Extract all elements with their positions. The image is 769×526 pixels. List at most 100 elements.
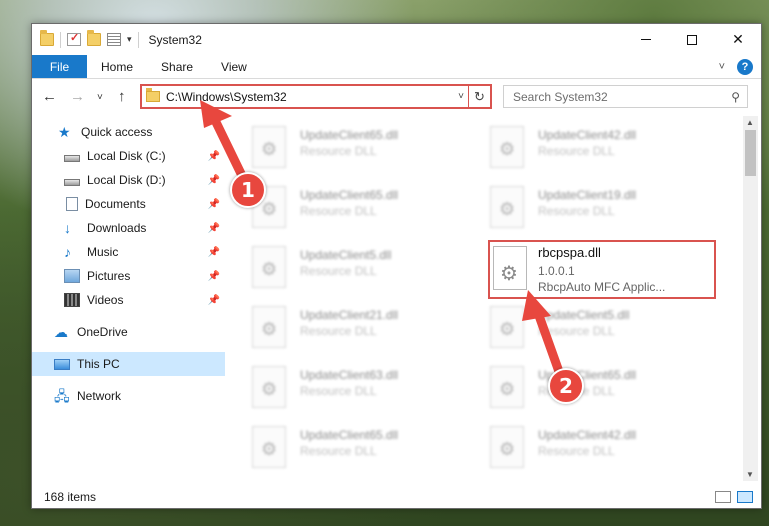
close-icon: ✕ <box>732 31 744 47</box>
forward-arrow-icon[interactable]: → <box>70 88 85 105</box>
list-item[interactable]: UpdateClient65.dll Resource DLL <box>232 122 442 172</box>
address-dropdown-icon[interactable]: ˅ <box>458 91 464 102</box>
videos-icon <box>64 293 80 307</box>
file-name: UpdateClient63.dll <box>300 368 399 382</box>
view-toggle <box>715 491 753 503</box>
list-item[interactable]: UpdateClient5.dll Resource DLL <box>470 302 680 352</box>
sidebar-item-videos[interactable]: Videos 📌 <box>32 288 225 312</box>
cloud-icon: ☁ <box>54 324 68 340</box>
annotation-marker-2: 2 <box>548 368 584 404</box>
list-item[interactable]: UpdateClient63.dll Resource DLL <box>232 362 442 412</box>
scrollbar-thumb[interactable] <box>745 130 756 176</box>
download-icon: ↓ <box>64 220 71 236</box>
sidebar-item-downloads[interactable]: ↓ Downloads 📌 <box>32 216 225 240</box>
sidebar-item-label: Pictures <box>87 269 131 283</box>
view-options-icon[interactable] <box>107 33 121 46</box>
customize-toolbar-chevron-icon[interactable]: ▾ <box>127 34 132 45</box>
sidebar-item-label: Local Disk (C:) <box>87 149 166 163</box>
pictures-icon <box>64 269 80 283</box>
sidebar-item-network[interactable]: 🖧 Network <box>32 384 225 408</box>
dll-file-icon <box>490 306 524 348</box>
toolbar-divider <box>137 31 139 48</box>
search-icon[interactable]: ⚲ <box>731 90 740 104</box>
pin-icon[interactable]: 📌 <box>208 295 220 306</box>
close-button[interactable]: ✕ <box>715 24 761 55</box>
list-item[interactable]: UpdateClient19.dll Resource DLL <box>470 182 680 232</box>
pin-icon[interactable]: 📌 <box>208 223 220 234</box>
recent-locations-chevron-icon[interactable]: ˅ <box>97 92 103 103</box>
toolbar-divider <box>60 31 61 48</box>
scroll-up-arrow-icon[interactable]: ▲ <box>746 118 754 127</box>
up-arrow-icon[interactable]: ↑ <box>118 88 126 105</box>
list-item[interactable]: UpdateClient42.dll Resource DLL <box>470 422 680 472</box>
highlighted-file-item[interactable]: rbcpspa.dll 1.0.0.1 RbcpAuto MFC Applic.… <box>488 240 716 299</box>
sidebar-item-label: Videos <box>87 293 124 307</box>
sidebar-item-this-pc[interactable]: This PC <box>32 352 225 376</box>
list-item[interactable]: UpdateClient42.dll Resource DLL <box>470 122 680 172</box>
large-icons-view-icon[interactable] <box>737 491 753 503</box>
dll-file-icon <box>490 126 524 168</box>
new-folder-icon[interactable] <box>87 30 101 46</box>
dll-file-icon <box>490 366 524 408</box>
sidebar-item-documents[interactable]: Documents 📌 <box>32 192 225 216</box>
navigation-pane: ★ Quick access Local Disk (C:) 📌 Local D… <box>32 120 225 482</box>
file-type: Resource DLL <box>300 204 377 218</box>
search-placeholder: Search System32 <box>513 89 608 104</box>
sidebar-item-label: OneDrive <box>77 325 128 339</box>
refresh-button[interactable]: ↻ <box>468 84 490 109</box>
scroll-down-arrow-icon[interactable]: ▼ <box>746 470 754 479</box>
navigation-bar: ← → ˅ ↑ C:\Windows\System32 ˅ ↻ Search S… <box>32 80 761 113</box>
dll-file-icon <box>252 426 286 468</box>
pin-icon[interactable]: 📌 <box>208 271 220 282</box>
minimize-icon <box>641 39 651 40</box>
dll-file-icon <box>490 186 524 228</box>
pin-icon[interactable]: 📌 <box>208 151 220 162</box>
vertical-scrollbar[interactable]: ▲ ▼ <box>743 116 758 481</box>
tab-share[interactable]: Share <box>147 55 207 78</box>
sidebar-item-onedrive[interactable]: ☁ OneDrive <box>32 320 225 344</box>
sidebar-item-label: Music <box>87 245 119 259</box>
disk-icon <box>64 178 80 186</box>
maximize-button[interactable] <box>669 24 715 55</box>
folder-icon[interactable] <box>40 30 54 46</box>
sidebar-item-music[interactable]: ♪ Music 📌 <box>32 240 225 264</box>
dll-file-icon <box>490 426 524 468</box>
sidebar-item-pictures[interactable]: Pictures 📌 <box>32 264 225 288</box>
list-item[interactable]: UpdateClient65.dll Resource DLL <box>232 422 442 472</box>
file-name: UpdateClient65.dll <box>300 188 399 202</box>
pin-icon[interactable]: 📌 <box>208 247 220 258</box>
chevron-up-icon[interactable]: ˅ <box>719 61 725 73</box>
sidebar-item-local-disk-d[interactable]: Local Disk (D:) 📌 <box>32 168 225 192</box>
pin-icon[interactable]: 📌 <box>208 199 220 210</box>
pin-icon[interactable]: 📌 <box>208 175 220 186</box>
folder-icon <box>146 88 160 102</box>
help-icon[interactable]: ? <box>737 58 753 75</box>
file-type: Resource DLL <box>300 444 377 458</box>
sidebar-item-label: This PC <box>77 357 120 371</box>
dll-file-icon <box>252 126 286 168</box>
dll-file-icon <box>493 246 527 290</box>
list-item[interactable]: UpdateClient21.dll Resource DLL <box>232 302 442 352</box>
sidebar-item-label: Quick access <box>81 125 153 139</box>
file-type: Resource DLL <box>300 384 377 398</box>
address-path[interactable]: C:\Windows\System32 <box>166 90 287 104</box>
file-type: Resource DLL <box>300 324 377 338</box>
back-arrow-icon[interactable]: ← <box>42 88 57 105</box>
sidebar-item-label: Documents <box>85 197 146 211</box>
caption-buttons: ✕ <box>623 24 761 55</box>
search-input[interactable]: Search System32 ⚲ <box>503 85 748 108</box>
sidebar-item-label: Local Disk (D:) <box>87 173 166 187</box>
sidebar-item-local-disk-c[interactable]: Local Disk (C:) 📌 <box>32 144 225 168</box>
sidebar-item-quick-access[interactable]: ★ Quick access <box>32 120 225 144</box>
tab-view[interactable]: View <box>207 55 261 78</box>
tab-home[interactable]: Home <box>87 55 147 78</box>
properties-icon[interactable] <box>67 31 81 46</box>
list-item[interactable]: UpdateClient5.dll Resource DLL <box>232 242 442 292</box>
address-bar[interactable]: C:\Windows\System32 ˅ ↻ <box>140 84 492 109</box>
details-view-icon[interactable] <box>715 491 731 503</box>
file-name: UpdateClient21.dll <box>300 308 399 322</box>
file-description: RbcpAuto MFC Applic... <box>538 280 666 294</box>
minimize-button[interactable] <box>623 24 669 55</box>
window-title: System32 <box>148 32 202 47</box>
tab-file[interactable]: File <box>32 55 87 78</box>
